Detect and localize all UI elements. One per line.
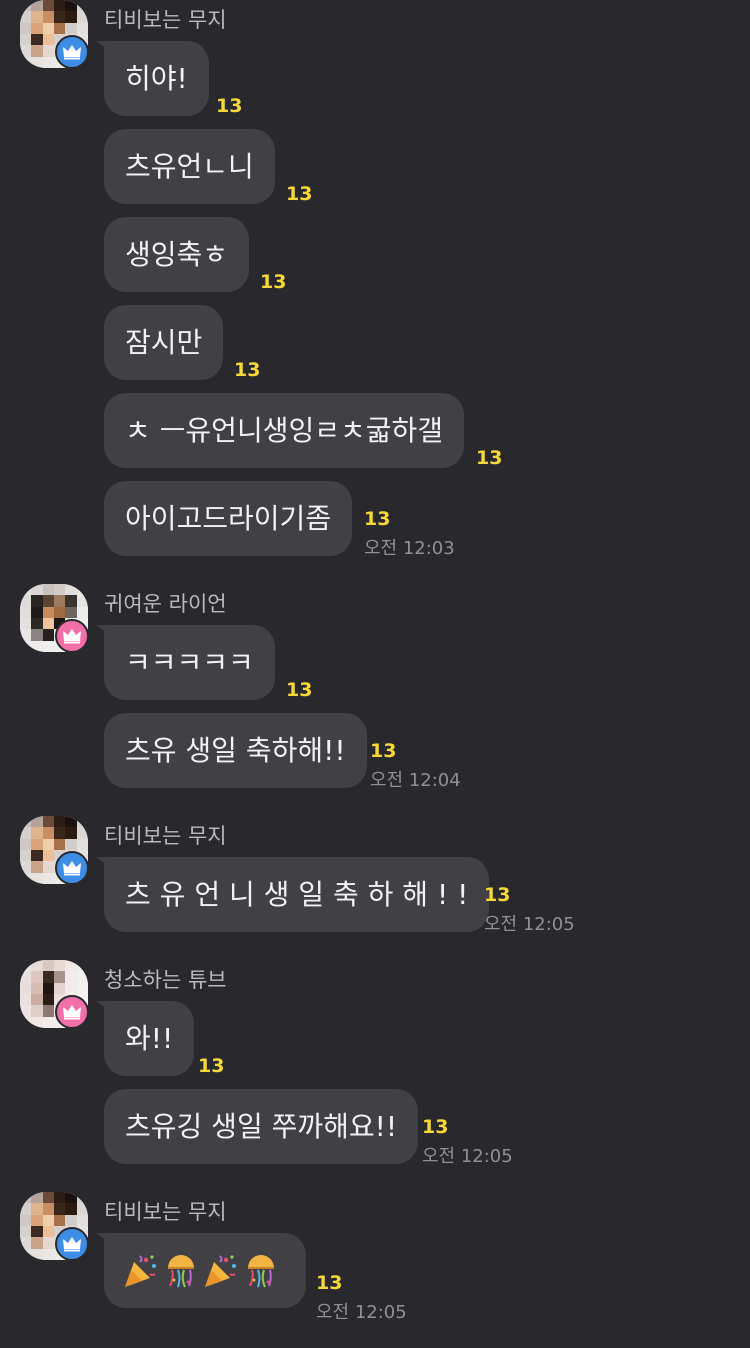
- crown-icon: [63, 629, 81, 644]
- message-bubble[interactable]: ㅋㅋㅋㅋㅋ: [104, 625, 275, 700]
- unread-count: 13: [316, 1272, 343, 1294]
- crown-icon: [63, 861, 81, 876]
- confetti-ball-icon: [168, 1254, 194, 1287]
- message-bubble[interactable]: 생잉축ㅎ: [104, 217, 250, 292]
- message-time: 오전 12:05: [484, 914, 575, 935]
- message-time: 오전 12:05: [316, 1302, 407, 1323]
- emoji-row: [122, 1233, 280, 1308]
- crown-badge: [55, 1227, 89, 1261]
- crown-icon: [63, 45, 81, 60]
- party-popper-icon: [205, 1254, 236, 1287]
- message-time: 오전 12:05: [422, 1146, 513, 1167]
- message-bubble[interactable]: 히야!: [104, 41, 209, 116]
- message-bubble[interactable]: 잠시만: [104, 305, 224, 380]
- crown-badge: [55, 619, 89, 653]
- crown-badge: [55, 851, 89, 885]
- unread-count: 13: [476, 447, 503, 469]
- unread-count: 13: [422, 1116, 449, 1138]
- message-bubble[interactable]: 아이고드라이기좀: [104, 481, 353, 556]
- unread-count: 13: [484, 884, 511, 906]
- unread-count: 13: [198, 1055, 225, 1077]
- message-bubble[interactable]: ㅊ ㅡ유언니생잉ㄹㅊ굷하갤: [104, 393, 465, 468]
- party-popper-icon: [125, 1254, 156, 1287]
- message-bubble[interactable]: 와!!: [104, 1001, 195, 1076]
- message-bubble[interactable]: 츠유 생일 축하해!!: [104, 713, 367, 788]
- unread-count: 13: [286, 679, 313, 701]
- message-bubble[interactable]: 츠유깅 생일 쭈까해요!!: [104, 1089, 419, 1164]
- crown-badge: [55, 995, 89, 1029]
- message-bubble[interactable]: [104, 1233, 306, 1308]
- message-bubble[interactable]: 츠유언ㄴ니: [104, 129, 275, 204]
- message-time: 오전 12:03: [364, 538, 455, 559]
- crown-icon: [63, 1005, 81, 1020]
- unread-count: 13: [364, 508, 391, 530]
- message-bubble[interactable]: 츠 유 언 니 생 일 축 하 해 ! !: [104, 857, 490, 932]
- sender-name: 귀여운 라이언: [104, 592, 227, 616]
- unread-count: 13: [370, 740, 397, 762]
- sender-name: 티비보는 무지: [104, 1200, 227, 1224]
- unread-count: 13: [216, 95, 243, 117]
- chat-room[interactable]: 티비보는 무지 히야! 13 츠유언ㄴ니 13 생잉축ㅎ 13 잠시만 13 ㅊ…: [0, 0, 750, 1348]
- unread-count: 13: [260, 271, 287, 293]
- sender-name: 티비보는 무지: [104, 824, 227, 848]
- crown-icon: [63, 1237, 81, 1252]
- crown-badge: [55, 35, 89, 69]
- unread-count: 13: [286, 183, 313, 205]
- confetti-ball-icon: [248, 1254, 274, 1287]
- sender-name: 청소하는 튜브: [104, 968, 227, 992]
- sender-name: 티비보는 무지: [104, 8, 227, 32]
- message-time: 오전 12:04: [370, 770, 461, 791]
- unread-count: 13: [234, 359, 261, 381]
